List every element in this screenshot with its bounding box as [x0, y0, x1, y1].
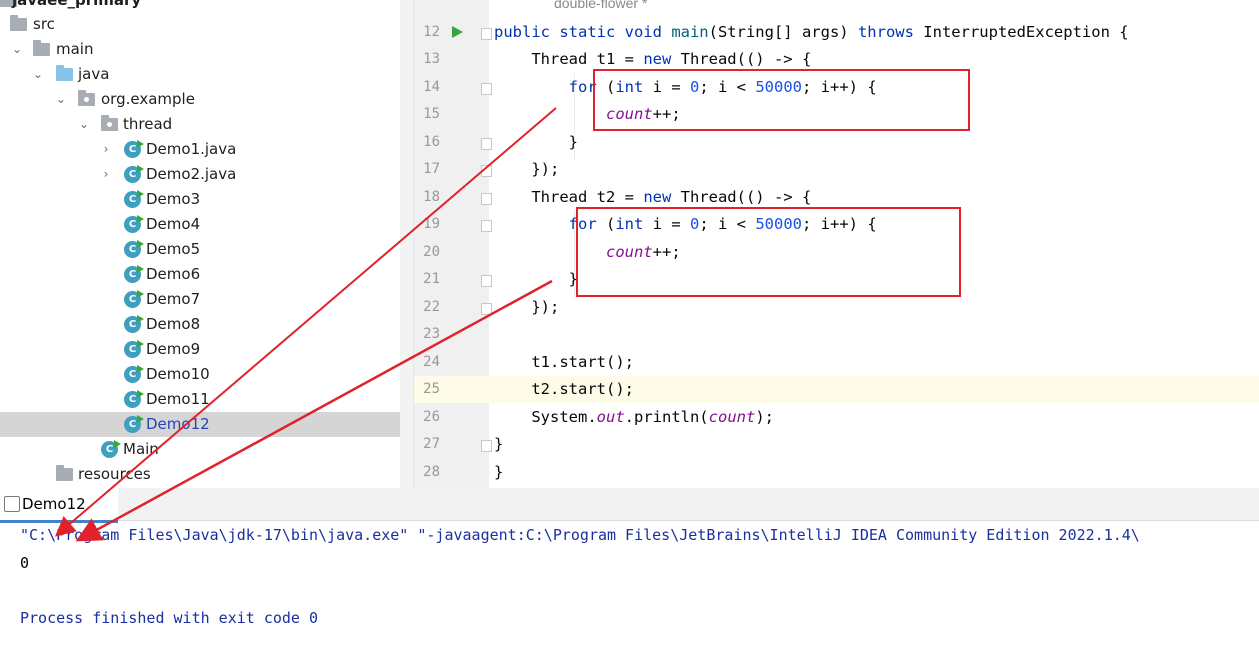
- tree-item-demo4[interactable]: C Demo4: [0, 212, 413, 237]
- tree-item-src[interactable]: src: [0, 12, 413, 37]
- chevron-down-icon[interactable]: ⌄: [10, 37, 24, 62]
- code-line[interactable]: 24 t1.start();: [414, 349, 1259, 376]
- tree-item-org-example[interactable]: ⌄ org.example: [0, 87, 413, 112]
- code-line[interactable]: 23: [414, 321, 1259, 348]
- fold-marker-icon[interactable]: [481, 193, 492, 205]
- folder-icon: [33, 40, 50, 56]
- tree-item-demo3[interactable]: C Demo3: [0, 187, 413, 212]
- run-gutter-icon[interactable]: [452, 26, 463, 38]
- console-exit-line: Process finished with exit code 0: [20, 609, 319, 627]
- java-class-icon: C: [124, 140, 144, 158]
- tree-item-demo6[interactable]: C Demo6: [0, 262, 413, 287]
- java-class-icon: C: [101, 440, 121, 458]
- java-class-icon: C: [124, 390, 144, 408]
- fold-marker-icon[interactable]: [481, 303, 492, 315]
- fold-marker-icon[interactable]: [481, 220, 492, 232]
- code-line[interactable]: 22 });: [414, 294, 1259, 321]
- java-class-icon: C: [124, 340, 144, 358]
- tree-item-main[interactable]: ⌄ main: [0, 37, 413, 62]
- code-editor[interactable]: double-flower * 12 public static void ma…: [414, 0, 1259, 488]
- fold-marker-icon[interactable]: [481, 275, 492, 287]
- java-class-icon: C: [124, 415, 144, 433]
- tree-scrollbar[interactable]: [400, 0, 413, 488]
- java-class-icon: C: [124, 240, 144, 258]
- tree-item-java[interactable]: ⌄ java: [0, 62, 413, 87]
- fold-marker-icon[interactable]: [481, 83, 492, 95]
- tree-item-resources[interactable]: resources: [0, 462, 413, 487]
- java-class-icon: C: [124, 365, 144, 383]
- console-command-line: "C:\Program Files\Java\jdk-17\bin\java.e…: [20, 526, 1140, 544]
- java-class-icon: C: [124, 165, 144, 183]
- code-line[interactable]: 12 public static void main(String[] args…: [414, 19, 1259, 46]
- chevron-down-icon[interactable]: ⌄: [31, 62, 45, 87]
- code-line[interactable]: 27 }: [414, 431, 1259, 458]
- folder-icon: [10, 15, 27, 31]
- fold-marker-icon[interactable]: [481, 138, 492, 150]
- java-class-icon: C: [124, 290, 144, 308]
- java-class-icon: C: [124, 190, 144, 208]
- fold-marker-icon[interactable]: [481, 165, 492, 177]
- fold-marker-icon[interactable]: [481, 440, 492, 452]
- tree-item-main-class[interactable]: C Main: [0, 437, 413, 462]
- console-output-line: 0: [20, 554, 30, 572]
- tree-item-thread[interactable]: ⌄ thread: [0, 112, 413, 137]
- run-tab-demo12[interactable]: Demo12: [0, 488, 118, 523]
- project-tree-panel: javaee_primary src ⌄ main ⌄ java ⌄ org.e…: [0, 0, 414, 488]
- tree-item-demo5[interactable]: C Demo5: [0, 237, 413, 262]
- resources-folder-icon: [56, 465, 73, 481]
- terminal-icon: [4, 496, 20, 512]
- tree-item-demo11[interactable]: C Demo11: [0, 387, 413, 412]
- highlight-box-t1-loop: [593, 69, 970, 131]
- chevron-down-icon[interactable]: ⌄: [77, 112, 91, 137]
- run-tab-bar: Demo12: [0, 488, 1259, 523]
- java-class-icon: C: [124, 265, 144, 283]
- tree-item-demo2[interactable]: › C Demo2.java: [0, 162, 413, 187]
- run-tool-window: Demo12 "C:\Program Files\Java\jdk-17\bin…: [0, 488, 1259, 655]
- tree-item-demo12[interactable]: C Demo12: [0, 412, 413, 437]
- highlight-box-t2-loop: [576, 207, 961, 297]
- code-line[interactable]: 26 System.out.println(count);: [414, 404, 1259, 431]
- editor-breadcrumb: double-flower *: [554, 0, 648, 11]
- java-class-icon: C: [124, 215, 144, 233]
- tree-item-demo7[interactable]: C Demo7: [0, 287, 413, 312]
- chevron-down-icon[interactable]: ⌄: [54, 87, 68, 112]
- chevron-right-icon[interactable]: ›: [99, 162, 113, 187]
- chevron-right-icon[interactable]: ›: [99, 137, 113, 162]
- fold-marker-icon[interactable]: [481, 28, 492, 40]
- source-folder-icon: [56, 65, 73, 81]
- tree-item-demo9[interactable]: C Demo9: [0, 337, 413, 362]
- code-line-current[interactable]: 25 t2.start();: [414, 376, 1259, 403]
- tree-item-demo10[interactable]: C Demo10: [0, 362, 413, 387]
- tree-item-demo1[interactable]: › C Demo1.java: [0, 137, 413, 162]
- package-icon: [78, 90, 95, 106]
- package-icon: [101, 115, 118, 131]
- code-line[interactable]: 17 });: [414, 156, 1259, 183]
- code-line[interactable]: 28 }: [414, 459, 1259, 486]
- tree-item-demo8[interactable]: C Demo8: [0, 312, 413, 337]
- code-line[interactable]: 16 }: [414, 129, 1259, 156]
- java-class-icon: C: [124, 315, 144, 333]
